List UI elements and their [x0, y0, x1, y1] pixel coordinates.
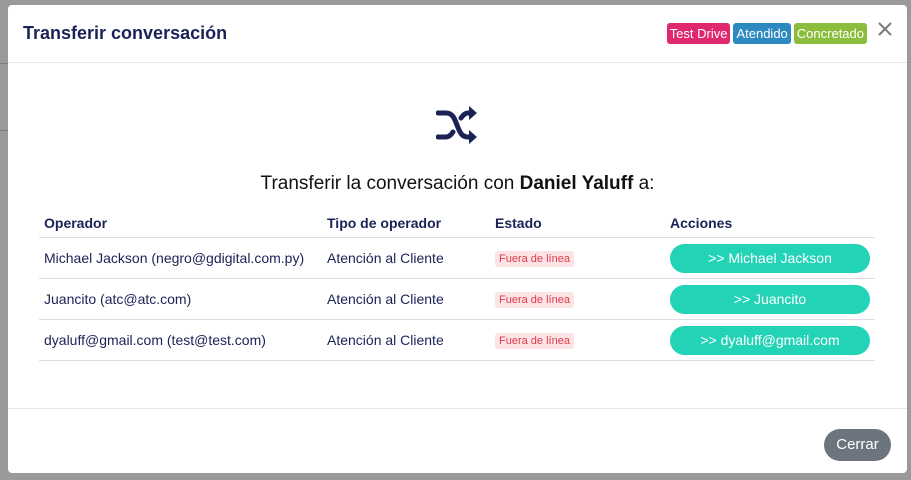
- header-status: Estado: [490, 208, 665, 238]
- type-cell: Atención al Cliente: [322, 278, 490, 320]
- action-cell: >> dyaluff@gmail.com: [665, 319, 875, 361]
- operator-cell: Juancito (atc@atc.com): [39, 278, 322, 320]
- tag-badges: Test Drive Atendido Concretado: [666, 23, 867, 44]
- table-row: dyaluff@gmail.com (test@test.com) Atenci…: [39, 319, 875, 361]
- status-badge: Fuera de línea: [495, 251, 574, 267]
- status-cell: Fuera de línea: [490, 278, 665, 320]
- background-divider: [0, 63, 8, 64]
- table-row: Juancito (atc@atc.com) Atención al Clien…: [39, 278, 875, 320]
- badge-atendido: Atendido: [733, 23, 791, 44]
- status-badge: Fuera de línea: [495, 292, 574, 308]
- operator-cell: Michael Jackson (negro@gdigital.com.py): [39, 237, 322, 279]
- table-row: Michael Jackson (negro@gdigital.com.py) …: [39, 237, 875, 279]
- type-cell: Atención al Cliente: [322, 237, 490, 279]
- status-badge: Fuera de línea: [495, 333, 574, 349]
- badge-concretado: Concretado: [793, 23, 867, 44]
- modal-title: Transferir conversación: [23, 23, 228, 43]
- action-cell: >> Juancito: [665, 278, 875, 320]
- status-cell: Fuera de línea: [490, 319, 665, 361]
- status-cell: Fuera de línea: [490, 237, 665, 279]
- contact-name: Daniel Yaluff: [519, 173, 634, 194]
- transfer-button[interactable]: >> Juancito: [670, 284, 870, 314]
- transfer-modal: Transferir conversación Test Drive Atend…: [8, 5, 907, 473]
- operator-cell: dyaluff@gmail.com (test@test.com): [39, 319, 322, 361]
- close-button[interactable]: Cerrar: [824, 429, 891, 461]
- action-cell: >> Michael Jackson: [665, 237, 875, 279]
- transfer-button[interactable]: >> dyaluff@gmail.com: [670, 325, 870, 355]
- transfer-suffix: a:: [638, 173, 655, 194]
- background-divider: [0, 130, 8, 131]
- table-header-row: Operador Tipo de operador Estado Accione…: [39, 208, 875, 238]
- shuffle-icon: [435, 105, 478, 145]
- modal-header: Transferir conversación Test Drive Atend…: [8, 5, 907, 63]
- header-type: Tipo de operador: [322, 208, 490, 238]
- close-icon[interactable]: [877, 21, 893, 37]
- badge-test-drive: Test Drive: [666, 23, 731, 44]
- transfer-prefix: Transferir la conversación con: [260, 173, 515, 194]
- transfer-heading: Transferir la conversación con Daniel Ya…: [8, 173, 907, 195]
- operators-table: Operador Tipo de operador Estado Accione…: [39, 208, 875, 361]
- header-actions: Acciones: [665, 208, 875, 238]
- type-cell: Atención al Cliente: [322, 319, 490, 361]
- transfer-button[interactable]: >> Michael Jackson: [670, 243, 870, 273]
- header-operator: Operador: [39, 208, 322, 238]
- modal-footer: Cerrar: [8, 408, 907, 473]
